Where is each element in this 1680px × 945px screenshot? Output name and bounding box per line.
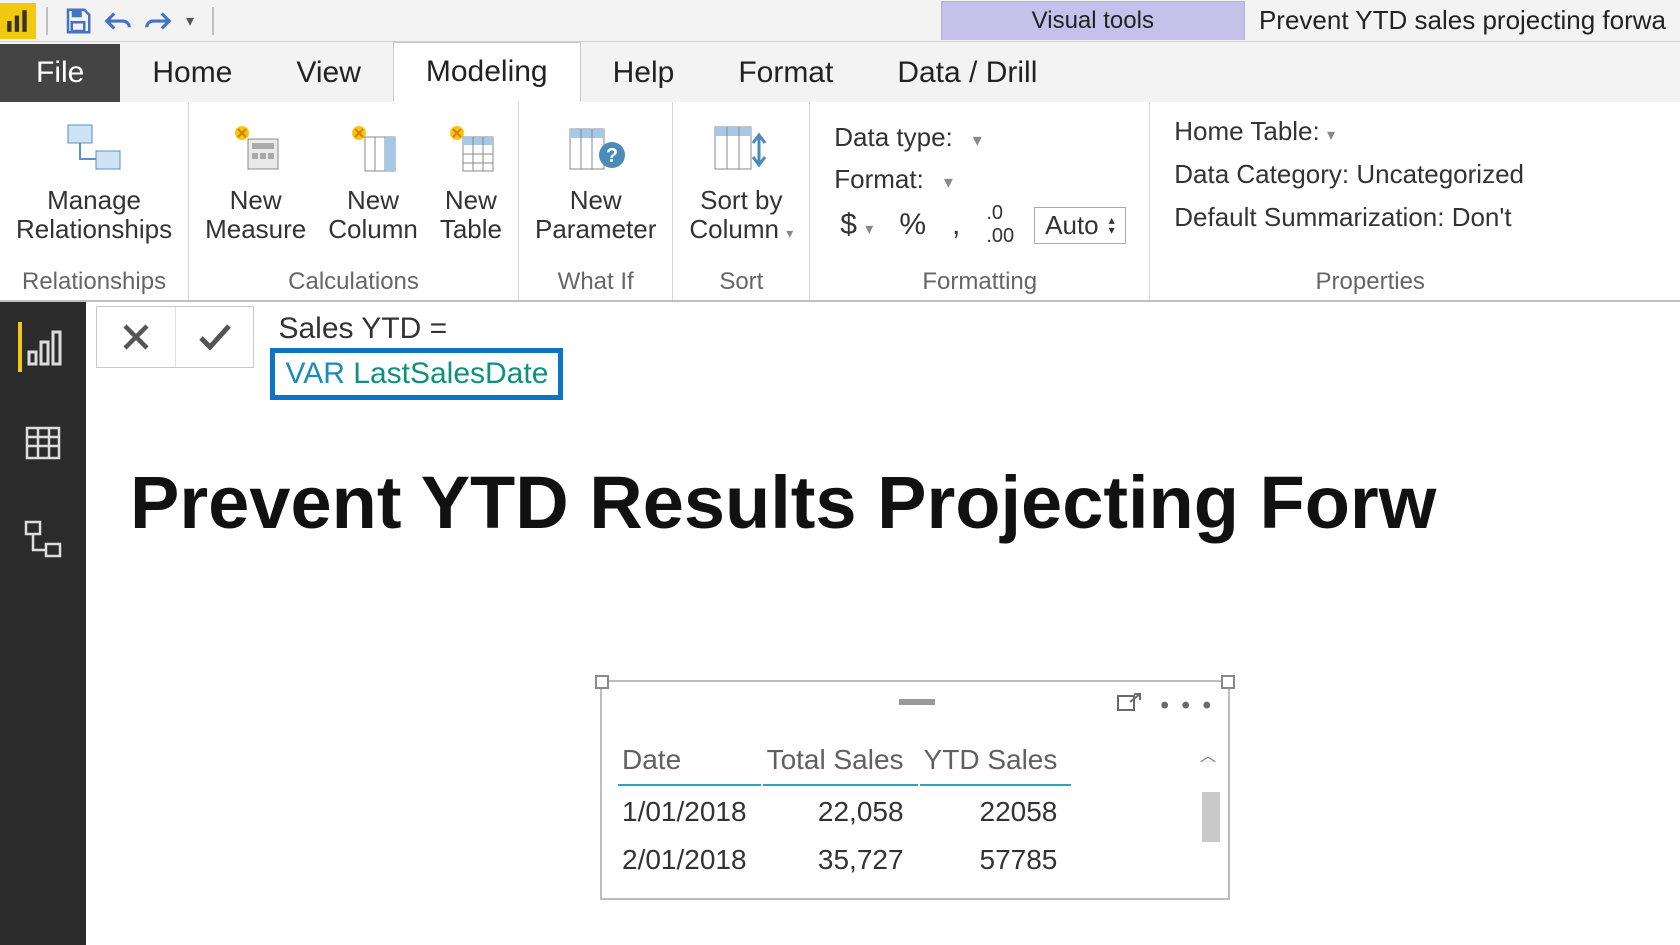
group-sort: Sort by Column ▾ Sort xyxy=(673,102,810,300)
document-title: Prevent YTD sales projecting forwa xyxy=(1245,5,1680,36)
resize-handle[interactable] xyxy=(595,675,609,689)
separator xyxy=(212,7,214,35)
contextual-tab-visual-tools: Visual tools xyxy=(941,1,1245,40)
relationships-icon xyxy=(64,112,124,182)
more-options-icon[interactable]: • • • xyxy=(1160,692,1214,725)
home-table-label: Home Table: xyxy=(1174,116,1320,146)
new-parameter-button[interactable]: ? New Parameter xyxy=(529,108,662,247)
new-column-label: New Column xyxy=(328,186,418,243)
group-relationships: Manage Relationships Relationships xyxy=(0,102,189,300)
formula-cancel-button[interactable] xyxy=(97,307,175,367)
table-visual[interactable]: ▬▬ • • • Date Total Sales YTD Sales 1/01… xyxy=(600,680,1230,900)
col-header-date[interactable]: Date xyxy=(618,738,761,786)
table-row[interactable]: 1/01/2018 22,058 22058 xyxy=(618,788,1071,834)
resize-handle[interactable] xyxy=(1221,675,1235,689)
page-title: Prevent YTD Results Projecting Forw xyxy=(100,400,1680,575)
thousands-button[interactable]: , xyxy=(946,206,966,244)
manage-relationships-label: Manage Relationships xyxy=(16,186,172,243)
decimal-places-input[interactable]: Auto ▴▾ xyxy=(1034,207,1126,244)
redo-button[interactable] xyxy=(138,1,178,41)
column-icon xyxy=(345,112,401,182)
data-type-dropdown[interactable] xyxy=(965,122,982,153)
group-formatting: Data type: Format: $ ▾ % , .0.00 Auto ▴▾… xyxy=(810,102,1150,300)
group-calculations: New Measure New Column New Table Calcula… xyxy=(189,102,519,300)
default-summarization-label[interactable]: Default Summarization: Don't xyxy=(1174,202,1566,233)
parameter-icon: ? xyxy=(564,112,628,182)
formula-commit-button[interactable] xyxy=(175,307,253,367)
report-view-button[interactable] xyxy=(18,322,68,372)
home-table-dropdown[interactable]: ▾ xyxy=(1327,127,1335,144)
group-label: Sort xyxy=(683,266,799,296)
data-view-button[interactable] xyxy=(18,418,68,468)
data-type-label: Data type: xyxy=(834,122,953,153)
new-measure-button[interactable]: New Measure xyxy=(199,108,312,247)
group-label: What If xyxy=(529,266,662,296)
sort-by-column-label: Sort by Column ▾ xyxy=(689,186,793,243)
undo-button[interactable] xyxy=(98,1,138,41)
model-view-button[interactable] xyxy=(18,514,68,564)
group-label: Calculations xyxy=(199,266,508,296)
focus-mode-icon[interactable] xyxy=(1116,692,1142,725)
tab-modeling[interactable]: Modeling xyxy=(393,42,581,102)
new-parameter-label: New Parameter xyxy=(535,186,656,243)
ribbon-tabs: File Home View Modeling Help Format Data… xyxy=(0,42,1680,102)
new-table-label: New Table xyxy=(440,186,502,243)
tab-help[interactable]: Help xyxy=(581,44,707,102)
group-label: Formatting xyxy=(820,266,1139,296)
svg-text:?: ? xyxy=(606,145,618,167)
formula-line-2-highlighted: VAR LastSalesDate xyxy=(270,348,563,400)
ribbon: Manage Relationships Relationships New M… xyxy=(0,102,1680,302)
new-measure-label: New Measure xyxy=(205,186,306,243)
data-table: Date Total Sales YTD Sales 1/01/2018 22,… xyxy=(616,736,1073,884)
new-table-button[interactable]: New Table xyxy=(434,108,508,247)
new-column-button[interactable]: New Column xyxy=(322,108,424,247)
title-bar: ▾ Visual tools Prevent YTD sales project… xyxy=(0,0,1680,42)
formula-bar: Sales YTD = VAR LastSalesDate xyxy=(96,306,1680,400)
formula-editor[interactable]: Sales YTD = VAR LastSalesDate xyxy=(270,306,563,400)
format-label: Format: xyxy=(834,164,924,195)
decimal-button[interactable]: .0.00 xyxy=(980,200,1020,250)
percent-button[interactable]: % xyxy=(893,206,932,244)
group-label: Properties xyxy=(1160,266,1580,296)
currency-button[interactable]: $ ▾ xyxy=(834,206,879,244)
tab-view[interactable]: View xyxy=(264,44,392,102)
view-switcher xyxy=(0,302,86,945)
formula-line-1: Sales YTD = xyxy=(270,306,563,346)
sort-icon xyxy=(709,112,773,182)
group-label: Relationships xyxy=(10,266,178,296)
group-what-if: ? New Parameter What If xyxy=(519,102,673,300)
data-category-label[interactable]: Data Category: Uncategorized xyxy=(1174,159,1566,190)
tab-data-drill[interactable]: Data / Drill xyxy=(865,44,1069,102)
sort-by-column-button[interactable]: Sort by Column ▾ xyxy=(683,108,799,247)
table-row[interactable]: 2/01/2018 35,727 57785 xyxy=(618,836,1071,882)
tab-format[interactable]: Format xyxy=(706,44,865,102)
scrollbar[interactable]: ︿ xyxy=(1200,742,1222,888)
save-button[interactable] xyxy=(58,1,98,41)
format-dropdown[interactable] xyxy=(936,164,953,195)
drag-grip-icon[interactable]: ▬▬ xyxy=(899,688,931,711)
measure-icon xyxy=(228,112,284,182)
app-icon xyxy=(0,3,36,39)
qat-dropdown[interactable]: ▾ xyxy=(178,1,202,41)
group-properties: Home Table: ▾ Data Category: Uncategoriz… xyxy=(1150,102,1590,300)
scroll-thumb[interactable] xyxy=(1202,792,1220,842)
col-header-ytd[interactable]: YTD Sales xyxy=(920,738,1072,786)
manage-relationships-button[interactable]: Manage Relationships xyxy=(10,108,178,247)
report-canvas[interactable]: Prevent YTD Results Projecting Forw ▬▬ •… xyxy=(100,400,1680,945)
spinner-icon[interactable]: ▴▾ xyxy=(1109,215,1115,235)
col-header-total[interactable]: Total Sales xyxy=(763,738,918,786)
table-icon xyxy=(443,112,499,182)
separator xyxy=(46,7,48,35)
scroll-up-icon[interactable]: ︿ xyxy=(1200,742,1216,766)
tab-home[interactable]: Home xyxy=(120,44,264,102)
tab-file[interactable]: File xyxy=(0,44,120,102)
